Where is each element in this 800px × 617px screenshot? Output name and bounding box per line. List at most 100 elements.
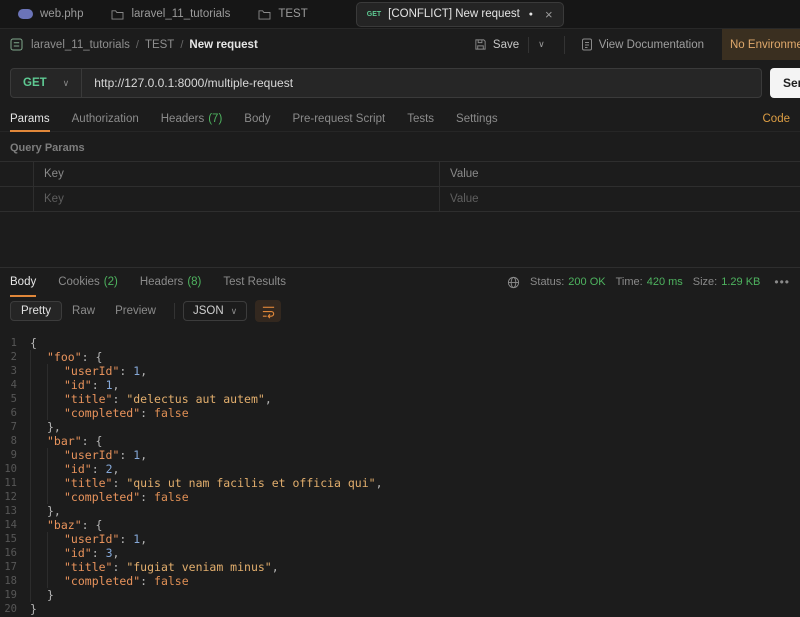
header-actions: Save ∨ View Documentation No Environment: [465, 29, 800, 60]
chevron-down-icon: ∨: [231, 306, 238, 317]
size-value: 1.29 KB: [721, 276, 760, 288]
line-number: 17: [0, 560, 30, 574]
network-globe-icon[interactable]: [507, 276, 520, 289]
format-select[interactable]: JSON ∨: [183, 301, 247, 321]
status-value: 200 OK: [568, 276, 605, 288]
code-line: 17"title": "fugiat veniam minus",: [0, 560, 800, 574]
url-bar: GET ∨: [10, 68, 762, 98]
breadcrumb-folder[interactable]: TEST: [145, 39, 174, 51]
tab-pre-request-script[interactable]: Pre-request Script: [293, 106, 386, 131]
value-cell: [440, 187, 800, 211]
tab-test-results[interactable]: Test Results: [223, 268, 286, 296]
request-builder: GET ∨ Send: [0, 60, 800, 106]
code-line: 8"bar": {: [0, 434, 800, 448]
code-line: 2"foo": {: [0, 350, 800, 364]
size-label: Size:: [693, 276, 717, 288]
tab-label: web.php: [40, 8, 83, 20]
status-label: Status:: [530, 276, 564, 288]
query-params-title: Query Params: [0, 132, 800, 161]
environment-selector[interactable]: No Environment: [722, 29, 800, 60]
pretty-button[interactable]: Pretty: [10, 301, 62, 321]
tab-test[interactable]: TEST: [244, 0, 321, 28]
line-number: 18: [0, 574, 30, 588]
save-button[interactable]: Save: [465, 38, 528, 51]
value-input[interactable]: [450, 193, 800, 205]
code-line: 13},: [0, 504, 800, 518]
more-options-icon[interactable]: •••: [774, 275, 790, 289]
preview-button[interactable]: Preview: [105, 302, 166, 320]
tab-body[interactable]: Body: [244, 106, 270, 131]
breadcrumb-collection[interactable]: laravel_11_tutorials: [31, 39, 130, 51]
window-tab-bar: web.php laravel_11_tutorials TEST GET [C…: [0, 0, 800, 29]
get-method-icon: GET: [367, 11, 381, 18]
close-icon[interactable]: ×: [545, 7, 553, 22]
line-number: 15: [0, 532, 30, 546]
line-number: 2: [0, 350, 30, 364]
code-line: 7},: [0, 420, 800, 434]
tab-headers[interactable]: Headers(7): [161, 106, 223, 131]
save-icon: [474, 38, 487, 51]
line-number: 12: [0, 490, 30, 504]
php-icon: [18, 9, 33, 19]
line-number: 6: [0, 406, 30, 420]
tab-laravel-11-tutorials[interactable]: laravel_11_tutorials: [97, 0, 244, 28]
code-line: 19}: [0, 588, 800, 602]
line-number: 8: [0, 434, 30, 448]
code-line: 10"id": 2,: [0, 462, 800, 476]
tab-settings[interactable]: Settings: [456, 106, 498, 131]
method-label: GET: [23, 77, 47, 89]
send-button[interactable]: Send: [770, 68, 800, 98]
divider: [174, 303, 175, 319]
code-link[interactable]: Code: [763, 113, 791, 125]
time-label: Time:: [616, 276, 643, 288]
raw-button[interactable]: Raw: [62, 302, 105, 320]
line-number: 20: [0, 602, 30, 616]
key-cell: [34, 187, 440, 211]
wrap-text-icon: [261, 304, 276, 319]
code-line: 18"completed": false: [0, 574, 800, 588]
tab-label: laravel_11_tutorials: [131, 8, 230, 20]
url-input[interactable]: [82, 76, 761, 90]
line-number: 7: [0, 420, 30, 434]
key-input[interactable]: [44, 193, 439, 205]
code-line: 15"userId": 1,: [0, 532, 800, 546]
line-number: 11: [0, 476, 30, 490]
tab-label: [CONFLICT] New request: [388, 8, 520, 20]
code-line: 11"title": "quis ut nam facilis et offic…: [0, 476, 800, 490]
tab-response-body[interactable]: Body: [10, 268, 36, 296]
tab-response-headers[interactable]: Headers(8): [140, 268, 202, 296]
tab-params[interactable]: Params: [10, 106, 50, 131]
code-line: 16"id": 3,: [0, 546, 800, 560]
line-number: 3: [0, 364, 30, 378]
folder-icon: [111, 9, 124, 20]
divider: [564, 36, 565, 54]
view-documentation-button[interactable]: View Documentation: [575, 38, 710, 51]
chevron-down-icon: ∨: [63, 78, 70, 89]
select-column-header: [0, 162, 34, 186]
response-section: Body Cookies(2) Headers(8) Test Results …: [0, 267, 800, 616]
breadcrumb-request-name[interactable]: New request: [189, 39, 257, 51]
value-column-header: Value: [440, 162, 800, 186]
request-header-row: laravel_11_tutorials / TEST / New reques…: [0, 29, 800, 60]
save-options-chevron-icon[interactable]: ∨: [528, 37, 554, 53]
query-params-table: Key Value: [0, 161, 800, 212]
wrap-lines-toggle[interactable]: [255, 300, 281, 322]
method-select[interactable]: GET ∨: [11, 69, 82, 97]
row-select-cell[interactable]: [0, 187, 34, 211]
breadcrumb-separator: /: [180, 39, 183, 51]
code-line: 4"id": 1,: [0, 378, 800, 392]
documentation-icon: [581, 38, 593, 51]
tab-tests[interactable]: Tests: [407, 106, 434, 131]
line-number: 1: [0, 336, 30, 350]
line-number: 9: [0, 448, 30, 462]
folder-icon: [258, 9, 271, 20]
tab-new-request-active[interactable]: GET [CONFLICT] New request ● ×: [356, 2, 564, 27]
code-line: 6"completed": false: [0, 406, 800, 420]
tab-authorization[interactable]: Authorization: [72, 106, 139, 131]
response-code[interactable]: 1{2"foo": {3"userId": 1,4"id": 1,5"title…: [0, 326, 800, 616]
tab-label: TEST: [278, 8, 307, 20]
line-number: 13: [0, 504, 30, 518]
tab-cookies[interactable]: Cookies(2): [58, 268, 118, 296]
code-line: 1{: [0, 336, 800, 350]
tab-web-php[interactable]: web.php: [4, 0, 97, 28]
